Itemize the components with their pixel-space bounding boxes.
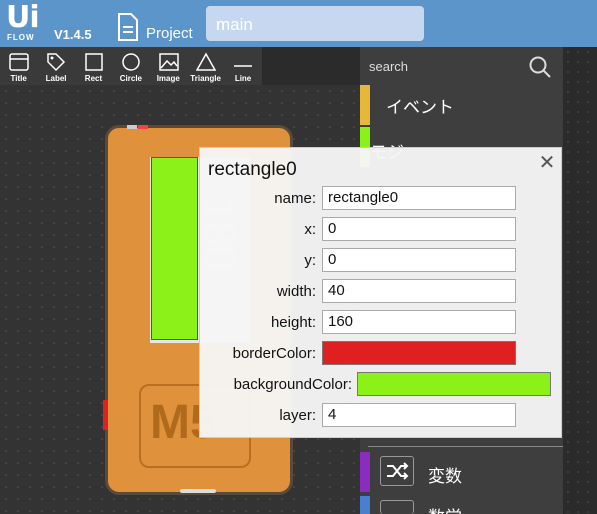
dialog-title: rectangle0: [208, 159, 297, 180]
properties-dialog: rectangle0 ✕ name: rectangle0 x: 0 y: 0 …: [199, 147, 562, 438]
top-bar: Ui FLOW V1.4.5 Project main: [0, 0, 597, 47]
background-color-label: backgroundColor:: [233, 376, 352, 393]
name-label: name:: [274, 190, 316, 207]
search-icon[interactable]: [528, 55, 552, 79]
component-title[interactable]: Title: [0, 47, 37, 85]
title-icon: [9, 53, 29, 71]
background-color-picker[interactable]: [357, 372, 551, 396]
rect-icon: [85, 53, 103, 71]
component-label: Title: [10, 74, 27, 83]
component-label: Label: [45, 74, 67, 83]
math-icon: [380, 500, 414, 514]
components-toolbar: Title Label Rect Circle Image Triangle L…: [0, 47, 262, 85]
x-field[interactable]: 0: [322, 217, 516, 241]
component-circle[interactable]: Circle: [112, 47, 149, 85]
device-bottom-marker: [180, 489, 216, 493]
image-icon: [158, 53, 179, 71]
height-field[interactable]: 160: [322, 310, 516, 334]
logo-subtext: FLOW: [7, 33, 35, 42]
category-color-bar-math: [360, 496, 370, 514]
project-button[interactable]: Project: [116, 12, 200, 42]
line-icon: [234, 65, 253, 67]
project-label: Project: [146, 25, 193, 42]
uiflow-logo[interactable]: Ui FLOW: [6, 0, 48, 44]
document-icon: [118, 13, 138, 41]
close-icon[interactable]: ✕: [538, 152, 556, 172]
device-port-marker: [127, 125, 137, 129]
circle-icon: [122, 53, 140, 71]
component-triangle[interactable]: Triangle: [187, 47, 224, 85]
component-label: Triangle: [190, 74, 221, 83]
category-variables[interactable]: 変数: [428, 462, 462, 487]
height-label: height:: [270, 314, 316, 331]
triangle-icon: [195, 52, 216, 71]
blocks-search-input[interactable]: search: [369, 59, 408, 74]
x-label: x:: [304, 221, 316, 238]
component-label: Line: [234, 74, 252, 83]
version-label: V1.4.5: [54, 27, 92, 42]
logo-text: Ui: [6, 0, 40, 35]
component-label: Circle: [119, 74, 142, 83]
width-label: width:: [276, 283, 316, 300]
category-math[interactable]: 数学: [428, 503, 462, 514]
component-label: Image: [156, 74, 180, 83]
category-event[interactable]: イベント: [386, 93, 454, 118]
category-divider: [368, 446, 563, 447]
y-field[interactable]: 0: [322, 248, 516, 272]
label-tag-icon: [47, 53, 66, 72]
component-rect[interactable]: Rect: [75, 47, 112, 85]
layer-label: layer:: [279, 407, 316, 424]
component-label: Rect: [84, 74, 103, 83]
border-color-label: borderColor:: [232, 345, 316, 362]
device-port-marker: [138, 125, 148, 129]
category-color-bar-variables: [360, 452, 370, 492]
shuffle-icon: [380, 456, 414, 486]
name-field[interactable]: rectangle0: [322, 186, 516, 210]
file-name-input[interactable]: main: [206, 6, 424, 41]
y-label: y:: [304, 252, 316, 269]
component-line[interactable]: Line: [224, 47, 261, 85]
rectangle0-widget[interactable]: [151, 157, 198, 340]
device-side-button: [103, 400, 108, 430]
width-field[interactable]: 40: [322, 279, 516, 303]
layer-field[interactable]: 4: [322, 403, 516, 427]
workspace-edge[interactable]: [563, 47, 597, 514]
category-color-bar-event: [360, 85, 370, 125]
component-image[interactable]: Image: [150, 47, 187, 85]
component-label[interactable]: Label: [37, 47, 74, 85]
border-color-picker[interactable]: [322, 341, 516, 365]
